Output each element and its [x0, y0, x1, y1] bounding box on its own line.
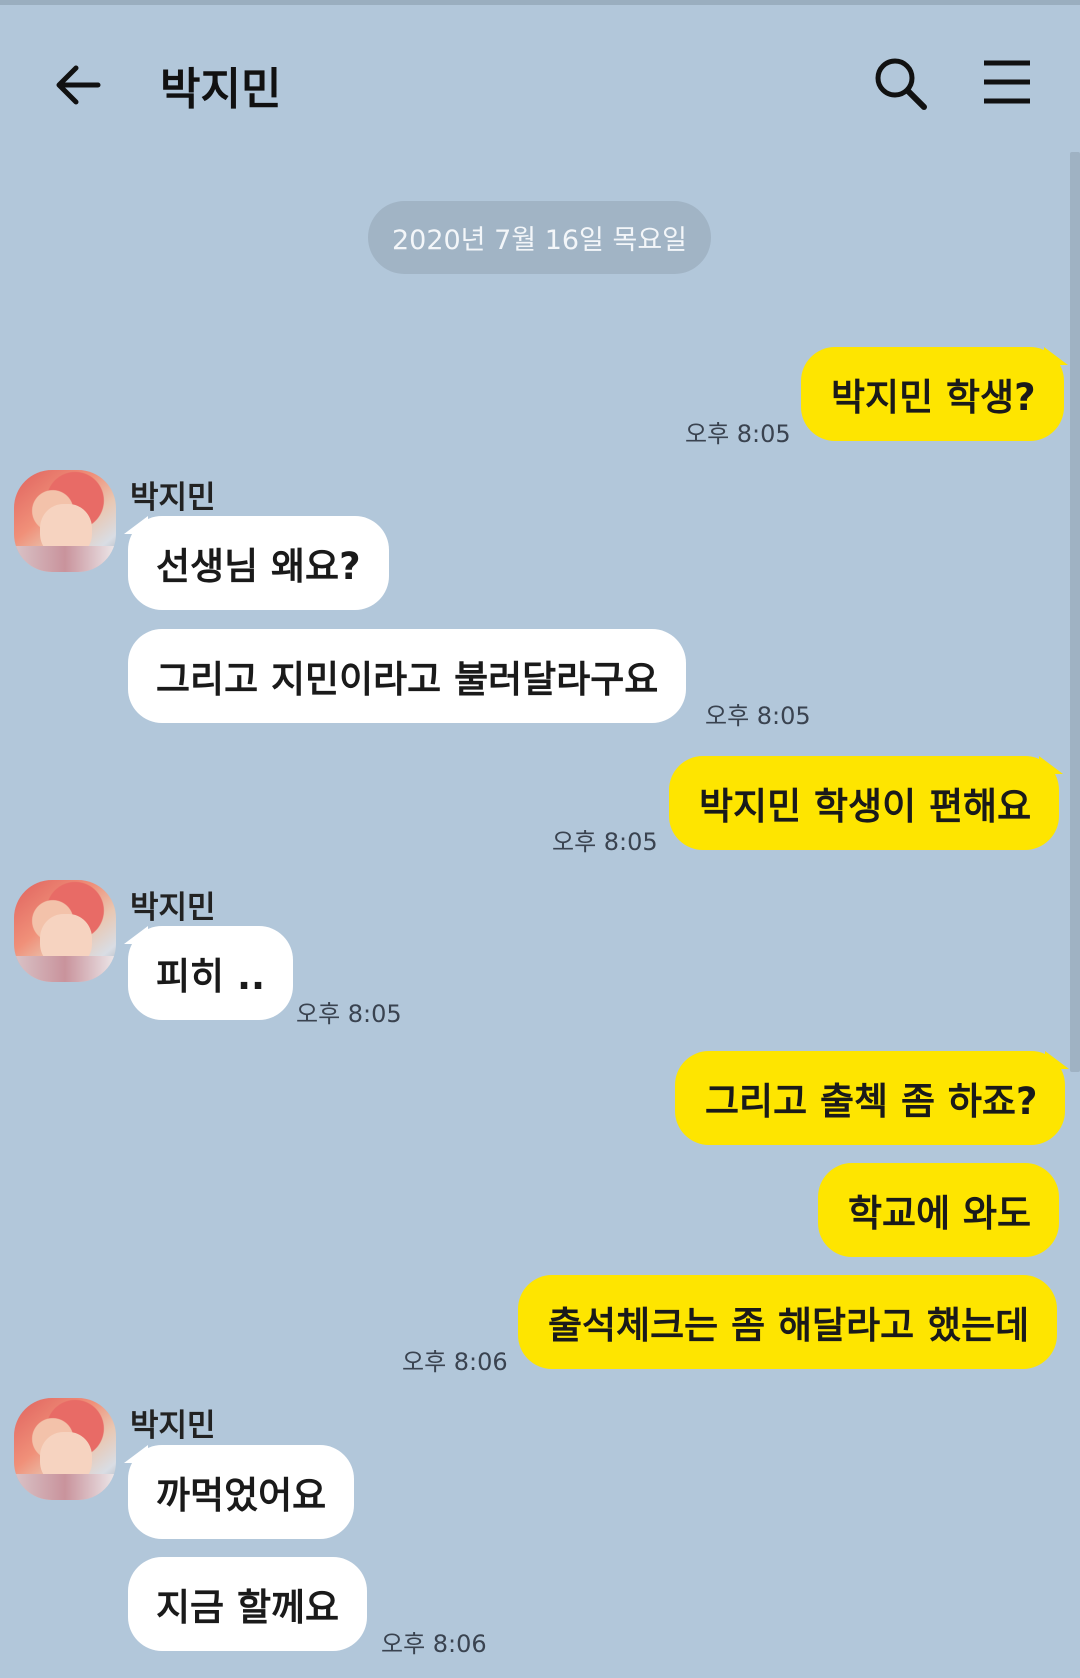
avatar[interactable]: [14, 470, 116, 572]
message-text: 박지민 학생이 편해요: [699, 785, 1032, 828]
date-divider: 2020년 7월 16일 목요일: [368, 201, 711, 274]
message-text: 출석체크는 좀 해달라고 했는데: [548, 1304, 1030, 1347]
message-text: 박지민 학생?: [831, 376, 1036, 419]
message-bubble-received[interactable]: 피히 ..: [123, 926, 294, 1020]
message-time: 오후 8:05: [685, 420, 791, 448]
message-text: 피히 ..: [156, 955, 266, 998]
search-icon: [875, 58, 927, 110]
avatar[interactable]: [14, 1398, 116, 1500]
sender-name: 박지민: [130, 1408, 216, 1444]
message-time: 오후 8:06: [402, 1348, 508, 1376]
message-bubble-sent[interactable]: 박지민 학생이 편해요: [669, 756, 1064, 850]
message-bubble-sent[interactable]: 그리고 출첵 좀 하죠?: [675, 1051, 1070, 1145]
message-text: 지금 할께요: [156, 1586, 340, 1629]
message-time: 오후 8:06: [381, 1630, 487, 1658]
message-bubble-sent[interactable]: 박지민 학생?: [801, 347, 1068, 441]
message-bubble-received[interactable]: 까먹었어요: [123, 1445, 355, 1539]
hamburger-menu-icon: [984, 60, 1030, 104]
message-bubble-received[interactable]: 선생님 왜요?: [124, 516, 389, 610]
avatar[interactable]: [14, 880, 116, 982]
scrollbar[interactable]: [1070, 152, 1080, 1072]
message-text: 학교에 와도: [848, 1192, 1032, 1235]
message-text: 선생님 왜요?: [156, 545, 361, 588]
message-bubble-sent[interactable]: 출석체크는 좀 해달라고 했는데: [518, 1275, 1058, 1369]
menu-button[interactable]: [982, 57, 1032, 107]
message-text: 그리고 지민이라고 불러달라구요: [156, 658, 659, 701]
back-button[interactable]: [50, 57, 106, 113]
message-bubble-received[interactable]: 지금 할께요: [128, 1557, 368, 1651]
message-text: 까먹었어요: [156, 1474, 327, 1517]
sender-name: 박지민: [130, 890, 216, 926]
page-title: 박지민: [160, 64, 282, 115]
message-time: 오후 8:05: [552, 828, 658, 856]
message-time: 오후 8:05: [296, 1000, 402, 1028]
search-button[interactable]: [872, 55, 930, 113]
message-text: 그리고 출첵 좀 하죠?: [705, 1080, 1038, 1123]
message-bubble-sent[interactable]: 학교에 와도: [818, 1163, 1060, 1257]
chat-header: 박지민: [0, 5, 1080, 155]
arrow-left-icon: [56, 65, 101, 105]
sender-name: 박지민: [130, 480, 216, 516]
message-time: 오후 8:05: [705, 702, 811, 730]
message-bubble-received[interactable]: 그리고 지민이라고 불러달라구요: [128, 629, 687, 723]
